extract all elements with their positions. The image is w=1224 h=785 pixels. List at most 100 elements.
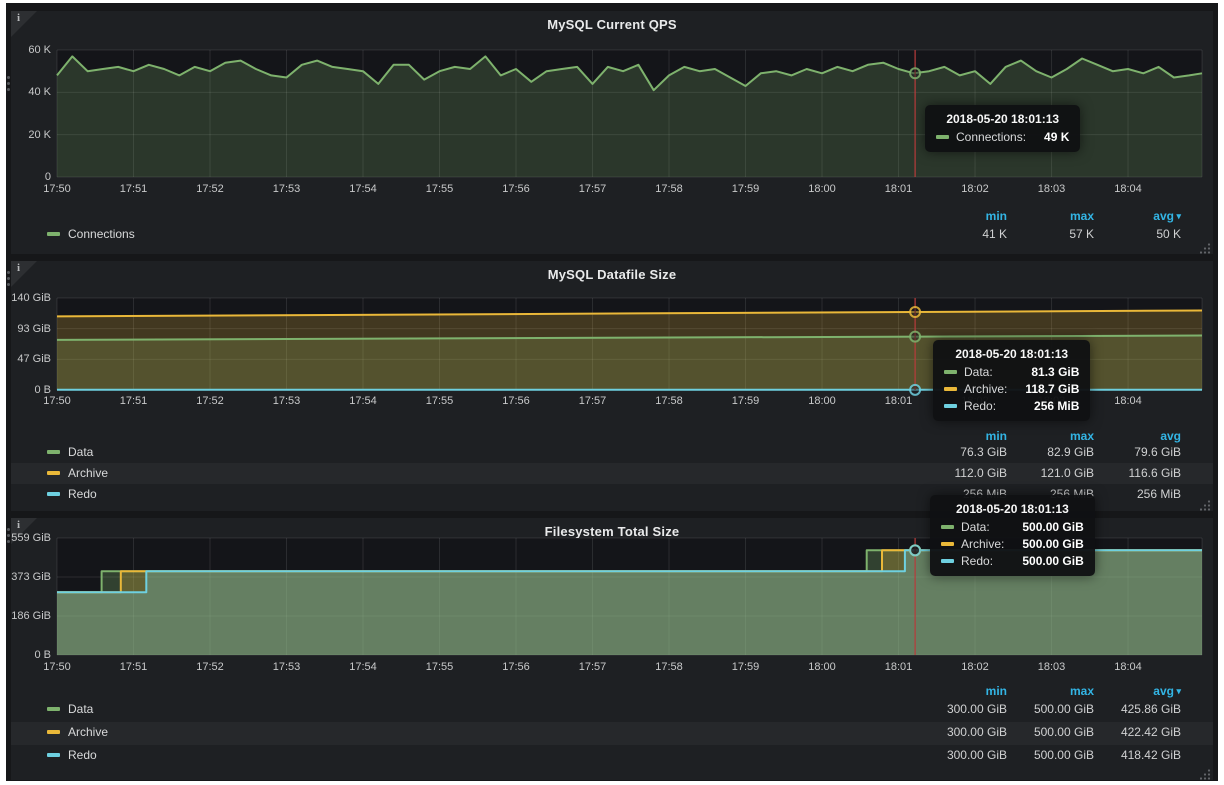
x-axis-tick-label: 18:01	[869, 395, 929, 407]
legend-series-data[interactable]: Data	[47, 445, 93, 459]
legend-stats-values: 300.00 GiB500.00 GiB422.42 GiB	[920, 725, 1181, 739]
legend-header-avg[interactable]: avg ▾	[1094, 209, 1181, 223]
sort-caret-icon: ▾	[1174, 211, 1181, 221]
x-axis-tick-label: 17:58	[639, 661, 699, 673]
x-axis-tick-label: 17:58	[639, 183, 699, 195]
legend-stats-values: 76.3 GiB82.9 GiB79.6 GiB	[920, 445, 1181, 459]
series-color-swatch	[47, 753, 60, 757]
hover-point-ring	[910, 545, 920, 555]
x-axis-tick-label: 17:53	[257, 661, 317, 673]
x-axis-tick-label: 17:52	[180, 395, 240, 407]
legend-header-min[interactable]: min	[920, 429, 1007, 443]
tooltip-timestamp: 2018-05-20 18:01:13	[944, 347, 1079, 361]
grafana-dashboard: i MySQL Current QPS 60 K40 K20 K017:5017…	[6, 3, 1218, 781]
y-axis-tick-label: 60 K	[11, 44, 51, 56]
panel-drag-handle-dots[interactable]	[7, 76, 10, 94]
tooltip-series-row: Archive:500.00 GiB	[941, 537, 1084, 551]
legend-stat-avg-value: 116.6 GiB	[1094, 466, 1181, 480]
series-color-swatch	[47, 492, 60, 496]
panel-drag-handle-dots[interactable]	[7, 528, 10, 546]
legend-stat-min-value: 41 K	[920, 227, 1007, 241]
sort-caret-icon: ▾	[1174, 686, 1181, 696]
hover-point-ring	[910, 307, 920, 317]
x-axis-tick-label: 17:55	[410, 183, 470, 195]
legend-stat-min-value: 300.00 GiB	[920, 702, 1007, 716]
y-axis-tick-label: 186 GiB	[11, 610, 51, 622]
y-axis-tick-label: 559 GiB	[11, 532, 51, 544]
legend-series-connections[interactable]: Connections	[47, 227, 135, 241]
x-axis-tick-label: 18:01	[869, 183, 929, 195]
hover-point-ring	[910, 332, 920, 342]
x-axis-tick-label: 18:04	[1098, 183, 1158, 195]
tooltip-series-value: 500.00 GiB	[1004, 520, 1083, 534]
x-axis-tick-label: 17:57	[563, 395, 623, 407]
tooltip-series-label: Redo:	[961, 554, 993, 568]
legend-series-label: Redo	[68, 487, 97, 501]
legend-header-min[interactable]: min	[920, 209, 1007, 223]
x-axis-tick-label: 17:50	[27, 661, 87, 673]
hover-point-ring	[910, 385, 920, 395]
panel-drag-handle-dots[interactable]	[7, 271, 10, 289]
x-axis-tick-label: 17:57	[563, 661, 623, 673]
series-color-swatch	[936, 135, 949, 139]
x-axis-tick-label: 17:56	[486, 661, 546, 673]
legend-stat-avg-value: 50 K	[1094, 227, 1181, 241]
panel-resize-grip[interactable]	[1200, 767, 1211, 778]
tooltip-series-row: Connections:49 K	[936, 130, 1069, 144]
y-axis-tick-label: 140 GiB	[11, 292, 51, 304]
x-axis-tick-label: 17:54	[333, 395, 393, 407]
legend-stats-header: minmaxavg ▾	[920, 209, 1181, 223]
legend-stat-max-value: 57 K	[1007, 227, 1094, 241]
series-color-swatch	[944, 370, 957, 374]
x-axis-tick-label: 18:00	[792, 661, 852, 673]
legend-series-label: Redo	[68, 748, 97, 762]
legend-stat-max-value: 500.00 GiB	[1007, 748, 1094, 762]
panel-resize-grip[interactable]	[1200, 498, 1211, 509]
legend-stat-max-value: 500.00 GiB	[1007, 702, 1094, 716]
legend-header-max[interactable]: max	[1007, 429, 1094, 443]
legend-header-max[interactable]: max	[1007, 209, 1094, 223]
legend-header-max[interactable]: max	[1007, 684, 1094, 698]
y-axis-tick-label: 373 GiB	[11, 571, 51, 583]
legend-stats-header: minmaxavg ▾	[920, 684, 1181, 698]
legend-series-redo[interactable]: Redo	[47, 487, 97, 501]
x-axis-tick-label: 18:02	[945, 183, 1005, 195]
legend-stat-min-value: 76.3 GiB	[920, 445, 1007, 459]
tooltip-series-value: 118.7 GiB	[1007, 382, 1079, 396]
x-axis-tick-label: 17:52	[180, 661, 240, 673]
legend-stat-min-value: 300.00 GiB	[920, 748, 1007, 762]
x-axis-tick-label: 18:04	[1098, 395, 1158, 407]
legend-stat-max-value: 121.0 GiB	[1007, 466, 1094, 480]
legend-stat-avg-value: 256 MiB	[1094, 487, 1181, 501]
tooltip-series-row: Archive:118.7 GiB	[944, 382, 1079, 396]
legend-stats-values: 112.0 GiB121.0 GiB116.6 GiB	[920, 466, 1181, 480]
panel-resize-grip[interactable]	[1200, 241, 1211, 252]
x-axis-tick-label: 17:52	[180, 183, 240, 195]
tooltip-series-row: Data:500.00 GiB	[941, 520, 1084, 534]
legend-series-archive[interactable]: Archive	[47, 466, 108, 480]
x-axis-tick-label: 17:58	[639, 395, 699, 407]
tooltip-series-value: 49 K	[1026, 130, 1069, 144]
legend-header-avg[interactable]: avg	[1094, 429, 1181, 443]
legend-series-redo[interactable]: Redo	[47, 748, 97, 762]
legend-series-archive[interactable]: Archive	[47, 725, 108, 739]
x-axis-tick-label: 17:56	[486, 183, 546, 195]
hover-tooltip-datafile: 2018-05-20 18:01:13 Data:81.3 GiBArchive…	[933, 340, 1090, 421]
x-axis-tick-label: 17:50	[27, 183, 87, 195]
tooltip-series-label: Connections:	[956, 130, 1026, 144]
y-axis-tick-label: 47 GiB	[11, 353, 51, 365]
legend-stat-max-value: 82.9 GiB	[1007, 445, 1094, 459]
legend-header-min[interactable]: min	[920, 684, 1007, 698]
x-axis-tick-label: 17:51	[104, 183, 164, 195]
legend-series-label: Data	[68, 702, 93, 716]
series-color-swatch	[944, 387, 957, 391]
legend-series-label: Data	[68, 445, 93, 459]
legend-stat-max-value: 500.00 GiB	[1007, 725, 1094, 739]
x-axis-tick-label: 17:57	[563, 183, 623, 195]
legend-header-avg[interactable]: avg ▾	[1094, 684, 1181, 698]
tooltip-timestamp: 2018-05-20 18:01:13	[941, 502, 1084, 516]
legend-series-data[interactable]: Data	[47, 702, 93, 716]
legend-stats-header: minmaxavg	[920, 429, 1181, 443]
tooltip-timestamp: 2018-05-20 18:01:13	[936, 112, 1069, 126]
x-axis-tick-label: 18:02	[945, 661, 1005, 673]
